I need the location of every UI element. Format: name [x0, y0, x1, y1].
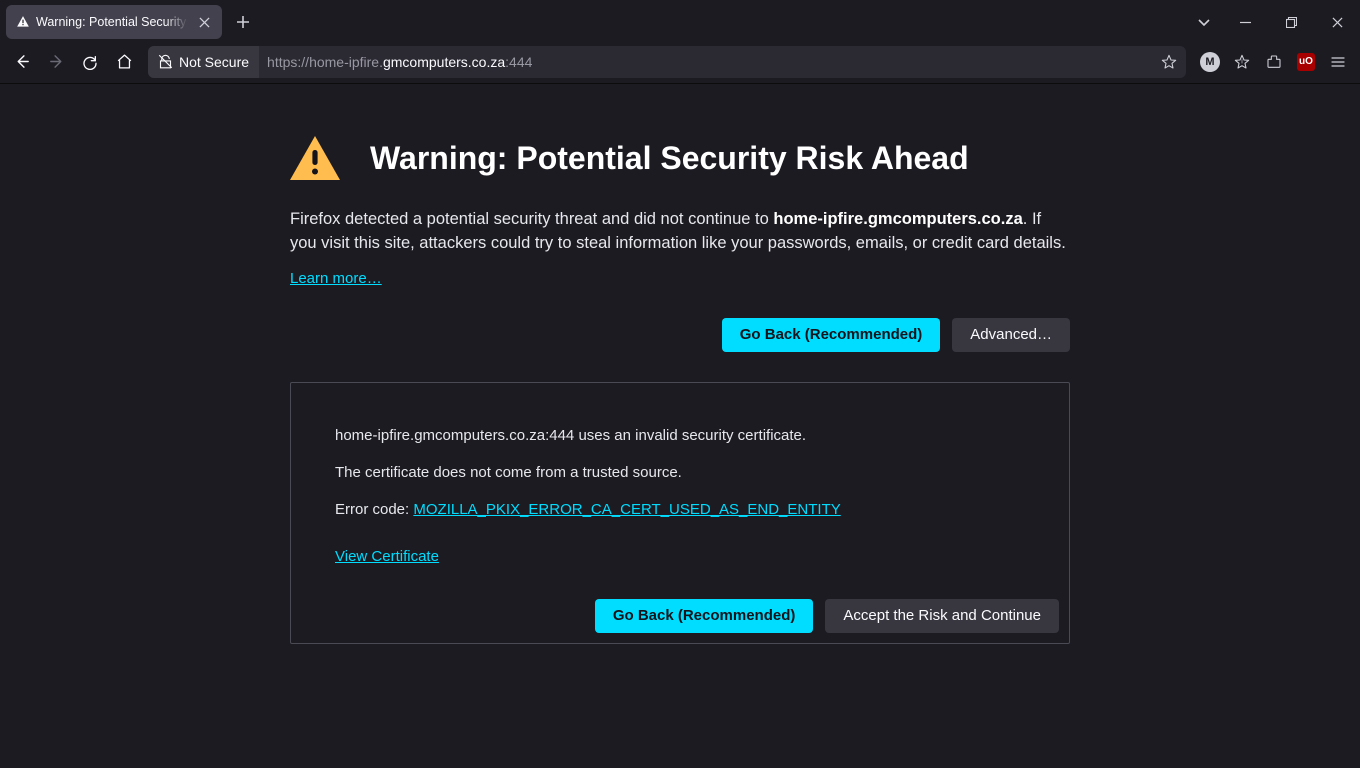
forward-button[interactable] [40, 46, 72, 78]
extensions-button[interactable] [1258, 46, 1290, 78]
window-controls [1222, 4, 1360, 40]
bookmark-star-button[interactable] [1154, 47, 1184, 77]
advanced-button[interactable]: Advanced… [952, 318, 1070, 352]
address-bar[interactable]: Not Secure https://home-ipfire.gmcompute… [148, 46, 1186, 78]
ublock-icon: uO [1297, 53, 1315, 71]
home-button[interactable] [108, 46, 140, 78]
tab-title: Warning: Potential Security Risk Ahead [36, 15, 188, 29]
warning-description: Firefox detected a potential security th… [290, 208, 1070, 256]
maximize-window-button[interactable] [1268, 6, 1314, 38]
close-tab-button[interactable] [194, 12, 214, 32]
lock-warning-icon [158, 54, 173, 69]
panel-error-line: Error code: MOZILLA_PKIX_ERROR_CA_CERT_U… [335, 501, 1025, 518]
content-area: Warning: Potential Security Risk Ahead F… [0, 84, 1360, 768]
account-button[interactable]: M [1194, 46, 1226, 78]
identity-box[interactable]: Not Secure [148, 46, 259, 78]
account-avatar: M [1200, 52, 1220, 72]
new-tab-button[interactable] [228, 7, 258, 37]
learn-more-link[interactable]: Learn more… [290, 270, 382, 287]
identity-label: Not Secure [179, 54, 249, 70]
save-to-pocket-button[interactable] [1226, 46, 1258, 78]
minimize-window-button[interactable] [1222, 6, 1268, 38]
warning-triangle-icon [16, 15, 30, 29]
advanced-panel: home-ipfire.gmcomputers.co.za:444 uses a… [290, 382, 1070, 644]
ublock-origin-button[interactable]: uO [1290, 46, 1322, 78]
navbar: Not Secure https://home-ipfire.gmcompute… [0, 40, 1360, 84]
panel-go-back-button[interactable]: Go Back (Recommended) [595, 599, 814, 633]
reload-button[interactable] [74, 46, 106, 78]
titlebar: Warning: Potential Security Risk Ahead [0, 0, 1360, 40]
url-text: https://home-ipfire.gmcomputers.co.za:44… [259, 54, 1154, 70]
page-title: Warning: Potential Security Risk Ahead [370, 140, 969, 177]
browser-tab[interactable]: Warning: Potential Security Risk Ahead [6, 5, 222, 39]
cert-error-page: Warning: Potential Security Risk Ahead F… [290, 136, 1070, 768]
view-certificate-link[interactable]: View Certificate [335, 548, 439, 565]
close-window-button[interactable] [1314, 6, 1360, 38]
panel-line-2: The certificate does not come from a tru… [335, 464, 1025, 481]
list-all-tabs-button[interactable] [1186, 7, 1222, 37]
app-menu-button[interactable] [1322, 46, 1354, 78]
back-button[interactable] [6, 46, 38, 78]
error-code-link[interactable]: MOZILLA_PKIX_ERROR_CA_CERT_USED_AS_END_E… [413, 501, 840, 518]
accept-risk-button[interactable]: Accept the Risk and Continue [825, 599, 1059, 633]
go-back-button[interactable]: Go Back (Recommended) [722, 318, 941, 352]
panel-line-1: home-ipfire.gmcomputers.co.za:444 uses a… [335, 427, 1025, 444]
warning-triangle-icon [290, 136, 340, 180]
